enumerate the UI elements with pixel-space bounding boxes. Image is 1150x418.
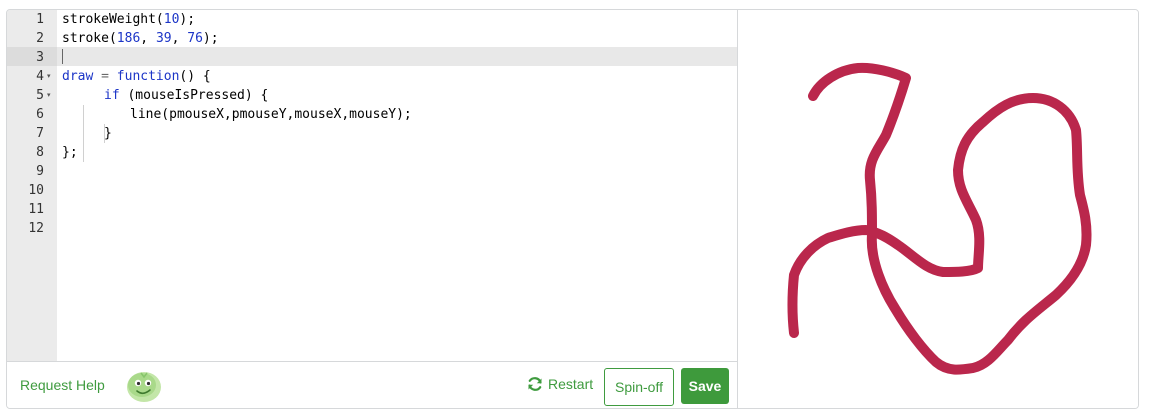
save-button[interactable]: Save xyxy=(681,368,729,404)
code-token: strokeWeight( xyxy=(62,12,164,27)
code-token: ); xyxy=(179,12,196,27)
code-token: , xyxy=(171,31,188,46)
code-line-2: stroke(186, 39, 76); xyxy=(62,29,219,48)
fold-toggle-icon[interactable]: ▾ xyxy=(47,67,57,86)
code-token-number: 76 xyxy=(187,31,203,46)
line-number: 11 xyxy=(28,202,44,217)
editor-toolbar: Request Help Restart Spin-off Save xyxy=(7,361,737,408)
text-cursor xyxy=(62,49,63,64)
line-number: 5 xyxy=(36,88,44,103)
line-number: 12 xyxy=(28,221,44,236)
program-editor-frame: 1 2 3 4 5 6 7 8 9 10 11 12 ▾ ▾ strokeWei… xyxy=(6,9,1139,409)
code-text-area[interactable]: strokeWeight(10); stroke(186, 39, 76); d… xyxy=(57,10,737,361)
indent-guide xyxy=(83,105,84,162)
drawing-canvas[interactable] xyxy=(738,10,1138,409)
drawn-stroke xyxy=(787,62,1092,375)
line-number: 4 xyxy=(36,69,44,84)
code-line-8: }; xyxy=(62,145,78,160)
code-line-7: } xyxy=(104,126,112,141)
code-token-keyword: if xyxy=(104,88,120,103)
line-number: 9 xyxy=(36,164,44,179)
line-number: 6 xyxy=(36,107,44,122)
code-token: () { xyxy=(179,69,211,84)
code-token-keyword: function xyxy=(116,69,180,84)
code-token-operator: = xyxy=(93,69,117,84)
line-number: 10 xyxy=(28,183,44,198)
code-token-number: 10 xyxy=(163,12,180,27)
code-token-variable: draw xyxy=(62,69,94,84)
output-canvas[interactable] xyxy=(738,10,1138,409)
spin-off-button[interactable]: Spin-off xyxy=(604,368,674,406)
avatar-icon[interactable] xyxy=(125,368,163,404)
code-token: stroke( xyxy=(62,31,117,46)
code-line-5: if (mouseIsPressed) { xyxy=(104,86,268,105)
active-line-highlight xyxy=(57,47,737,66)
code-token-number: 39 xyxy=(155,31,172,46)
line-number: 8 xyxy=(36,145,44,160)
code-line-4: draw = function() { xyxy=(62,67,211,86)
code-token: ); xyxy=(202,31,219,46)
line-number: 1 xyxy=(36,12,44,27)
code-line-6: line(pmouseX,pmouseY,mouseX,mouseY); xyxy=(130,107,412,122)
line-number-gutter: 1 2 3 4 5 6 7 8 9 10 11 12 ▾ ▾ xyxy=(7,10,57,361)
line-number: 3 xyxy=(36,50,44,65)
code-editor[interactable]: 1 2 3 4 5 6 7 8 9 10 11 12 ▾ ▾ strokeWei… xyxy=(7,10,738,408)
fold-toggle-icon[interactable]: ▾ xyxy=(47,86,57,105)
request-help-link[interactable]: Request Help xyxy=(20,377,105,393)
restart-label: Restart xyxy=(548,376,594,392)
code-token: , xyxy=(140,31,156,46)
line-number: 2 xyxy=(36,31,44,46)
line-number: 7 xyxy=(36,126,44,141)
restart-button[interactable]: Restart xyxy=(527,376,593,392)
refresh-icon xyxy=(528,377,542,391)
code-line-1: strokeWeight(10); xyxy=(62,10,195,29)
code-token-number: 186 xyxy=(116,31,141,46)
code-token: (mouseIsPressed) { xyxy=(119,88,269,103)
